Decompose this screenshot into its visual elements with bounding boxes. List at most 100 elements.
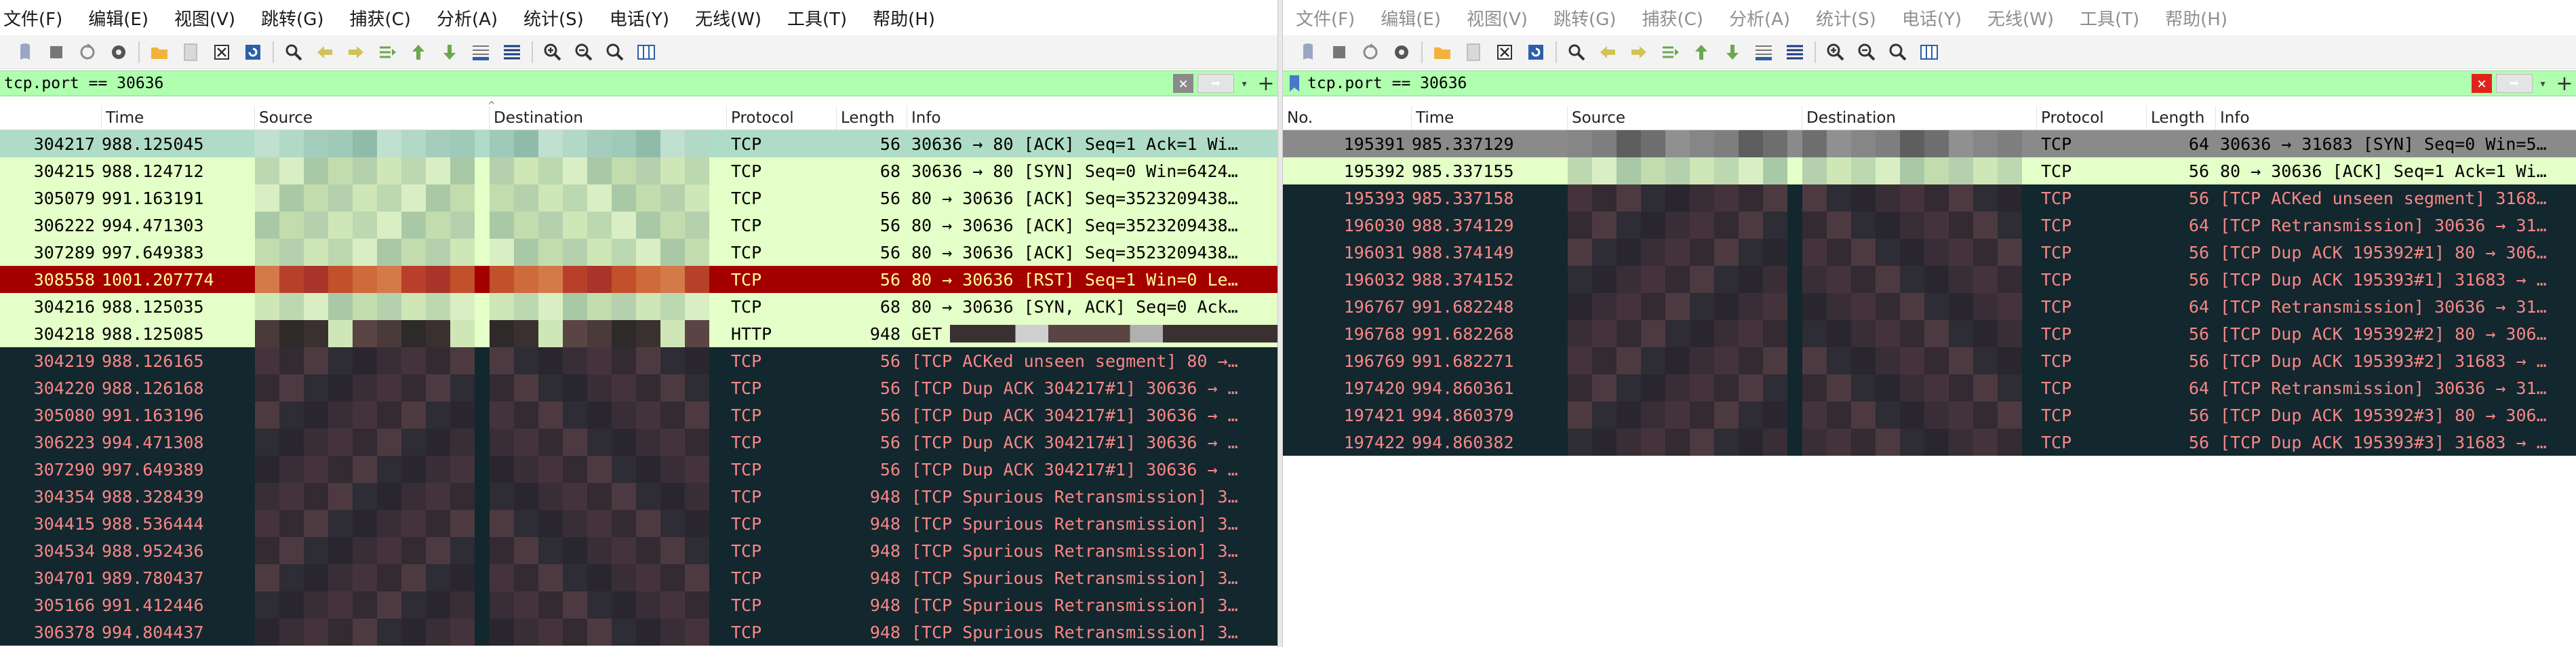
open-file-icon[interactable] bbox=[147, 40, 172, 64]
packet-row[interactable]: 196769 991.682271 TCP 56 [TCP Dup ACK 195393… bbox=[1283, 347, 2576, 374]
menu-item-1[interactable]: 编辑(E) bbox=[75, 5, 161, 31]
go-to-packet-icon[interactable] bbox=[375, 40, 399, 64]
close-file-icon[interactable] bbox=[1492, 40, 1517, 64]
column-header-source[interactable]: Source bbox=[255, 106, 490, 130]
packet-row[interactable]: 305080 991.163196 TCP 56 [TCP Dup ACK 304217… bbox=[0, 401, 1277, 429]
find-packet-icon[interactable] bbox=[1564, 40, 1589, 64]
restart-capture-icon[interactable] bbox=[1358, 40, 1383, 64]
find-packet-icon[interactable] bbox=[281, 40, 306, 64]
menu-item-9[interactable]: 工具(T) bbox=[774, 5, 860, 31]
menu-item-9[interactable]: 工具(T) bbox=[2067, 5, 2152, 31]
packet-row[interactable]: 304220 988.126168 TCP 56 [TCP Dup ACK 304217… bbox=[0, 374, 1277, 401]
clear-filter-icon[interactable]: ✕ bbox=[1173, 74, 1193, 93]
go-forward-icon[interactable] bbox=[1627, 40, 1651, 64]
packet-row[interactable]: 307290 997.649389 TCP 56 [TCP Dup ACK 304217… bbox=[0, 456, 1277, 483]
packet-row[interactable]: 196768 991.682268 TCP 56 [TCP Dup ACK 195392… bbox=[1283, 320, 2576, 347]
menu-item-6[interactable]: 统计(S) bbox=[1803, 5, 1889, 31]
resize-columns-icon[interactable] bbox=[634, 40, 658, 64]
normal-size-icon[interactable] bbox=[603, 40, 627, 64]
packet-row[interactable]: 304217 988.125045 TCP 56 30636 → 80 [ACK] Se… bbox=[0, 130, 1277, 157]
clear-filter-icon[interactable]: ✕ bbox=[2472, 74, 2492, 93]
column-header-info[interactable]: Info bbox=[907, 106, 1277, 130]
open-file-icon[interactable] bbox=[1430, 40, 1454, 64]
go-to-packet-icon[interactable] bbox=[1658, 40, 1682, 64]
packet-row[interactable]: 306223 994.471308 TCP 56 [TCP Dup ACK 304217… bbox=[0, 429, 1277, 456]
packet-row[interactable]: 197422 994.860382 TCP 56 [TCP Dup ACK 195393… bbox=[1283, 429, 2576, 456]
go-to-first-packet-icon[interactable] bbox=[1689, 40, 1713, 64]
auto-scroll-icon[interactable] bbox=[469, 40, 493, 64]
start-capture-icon[interactable] bbox=[1296, 40, 1320, 64]
start-capture-icon[interactable] bbox=[13, 40, 37, 64]
go-to-last-packet-icon[interactable] bbox=[1720, 40, 1745, 64]
filter-history-dropdown-icon[interactable]: ▾ bbox=[2533, 74, 2553, 93]
menu-item-6[interactable]: 统计(S) bbox=[511, 5, 597, 31]
packet-row[interactable]: 304215 988.124712 TCP 68 30636 → 80 [SYN] Se… bbox=[0, 157, 1277, 184]
packet-row[interactable]: 195391 985.337129 TCP 64 30636 → 31683 [SYN]… bbox=[1283, 130, 2576, 157]
restart-capture-icon[interactable] bbox=[75, 40, 100, 64]
menu-item-2[interactable]: 视图(V) bbox=[1454, 5, 1541, 31]
stop-capture-icon[interactable] bbox=[1327, 40, 1351, 64]
packet-row[interactable]: 305079 991.163191 TCP 56 80 → 30636 [ACK] Se… bbox=[0, 184, 1277, 212]
go-forward-icon[interactable] bbox=[344, 40, 368, 64]
menu-item-1[interactable]: 编辑(E) bbox=[1368, 5, 1454, 31]
go-to-last-packet-icon[interactable] bbox=[437, 40, 462, 64]
add-filter-button-icon[interactable]: + bbox=[2553, 72, 2576, 96]
menu-item-0[interactable]: 文件(F) bbox=[1283, 5, 1368, 31]
packet-row[interactable]: 196032 988.374152 TCP 56 [TCP Dup ACK 195393… bbox=[1283, 266, 2576, 293]
column-header-info[interactable]: Info bbox=[2216, 106, 2576, 130]
menu-item-3[interactable]: 跳转(G) bbox=[248, 5, 336, 31]
menu-item-3[interactable]: 跳转(G) bbox=[1541, 5, 1629, 31]
close-file-icon[interactable] bbox=[210, 40, 234, 64]
column-header-source[interactable]: Source bbox=[1568, 106, 1802, 130]
packet-row[interactable]: 305166 991.412446 TCP 948 [TCP Spurious Retr… bbox=[0, 591, 1277, 619]
column-header-length[interactable]: Length bbox=[837, 106, 907, 130]
column-header-no[interactable] bbox=[0, 106, 102, 130]
display-filter-input[interactable] bbox=[0, 73, 1173, 94]
apply-filter-button[interactable]: ➡ bbox=[2496, 74, 2533, 93]
packet-row[interactable]: 304534 988.952436 TCP 948 [TCP Spurious Retr… bbox=[0, 537, 1277, 564]
zoom-in-icon[interactable] bbox=[540, 40, 565, 64]
column-header-time[interactable]: Time bbox=[1412, 106, 1568, 130]
menu-item-2[interactable]: 视图(V) bbox=[161, 5, 248, 31]
packet-row[interactable]: 197421 994.860379 TCP 56 [TCP Dup ACK 195392… bbox=[1283, 401, 2576, 429]
display-filter-input[interactable] bbox=[1303, 73, 2472, 94]
packet-row[interactable]: 196030 988.374129 TCP 64 [TCP Retransmission… bbox=[1283, 212, 2576, 239]
menu-item-4[interactable]: 捕获(C) bbox=[1629, 5, 1716, 31]
packet-row[interactable]: 304354 988.328439 TCP 948 [TCP Spurious Retr… bbox=[0, 483, 1277, 510]
menu-item-7[interactable]: 电话(Y) bbox=[1889, 5, 1975, 31]
capture-options-icon[interactable] bbox=[106, 40, 131, 64]
reload-file-icon[interactable] bbox=[241, 40, 265, 64]
menu-item-5[interactable]: 分析(A) bbox=[1716, 5, 1803, 31]
zoom-out-icon[interactable] bbox=[572, 40, 596, 64]
menu-item-10[interactable]: 帮助(H) bbox=[2152, 5, 2240, 31]
column-header-no[interactable]: No. bbox=[1283, 106, 1412, 130]
column-header-length[interactable]: Length bbox=[2147, 106, 2216, 130]
packet-row[interactable]: 195393 985.337158 TCP 56 [TCP ACKed unseen s… bbox=[1283, 184, 2576, 212]
capture-options-icon[interactable] bbox=[1389, 40, 1414, 64]
packet-row[interactable]: 196767 991.682248 TCP 64 [TCP Retransmission… bbox=[1283, 293, 2576, 320]
resize-columns-icon[interactable] bbox=[1917, 40, 1941, 64]
column-header-destination[interactable]: Destination bbox=[490, 106, 727, 130]
go-back-icon[interactable] bbox=[313, 40, 337, 64]
packet-row[interactable]: 306222 994.471303 TCP 56 80 → 30636 [ACK] Se… bbox=[0, 212, 1277, 239]
column-header-time[interactable]: Time bbox=[102, 106, 255, 130]
menu-item-7[interactable]: 电话(Y) bbox=[597, 5, 682, 31]
save-file-icon[interactable] bbox=[1461, 40, 1486, 64]
menu-item-4[interactable]: 捕获(C) bbox=[336, 5, 423, 31]
colorize-icon[interactable] bbox=[500, 40, 524, 64]
packet-row[interactable]: 304415 988.536444 TCP 948 [TCP Spurious Retr… bbox=[0, 510, 1277, 537]
zoom-out-icon[interactable] bbox=[1855, 40, 1879, 64]
packet-row[interactable]: 304701 989.780437 TCP 948 [TCP Spurious Retr… bbox=[0, 564, 1277, 591]
menu-item-0[interactable]: 文件(F) bbox=[0, 5, 75, 31]
column-header-protocol[interactable]: Protocol bbox=[727, 106, 837, 130]
stop-capture-icon[interactable] bbox=[44, 40, 68, 64]
packet-row[interactable]: 306378 994.804437 TCP 948 [TCP Spurious Retr… bbox=[0, 619, 1277, 646]
column-header-protocol[interactable]: Protocol bbox=[2037, 106, 2147, 130]
go-to-first-packet-icon[interactable] bbox=[406, 40, 431, 64]
go-back-icon[interactable] bbox=[1596, 40, 1620, 64]
zoom-in-icon[interactable] bbox=[1823, 40, 1848, 64]
filter-history-dropdown-icon[interactable]: ▾ bbox=[1234, 74, 1254, 93]
packet-row[interactable]: 307289 997.649383 TCP 56 80 → 30636 [ACK] Se… bbox=[0, 239, 1277, 266]
packet-row[interactable]: 304218 988.125085 HTTP 948 GET bbox=[0, 320, 1277, 347]
packet-row[interactable]: 195392 985.337155 TCP 56 80 → 30636 [ACK] Se… bbox=[1283, 157, 2576, 184]
